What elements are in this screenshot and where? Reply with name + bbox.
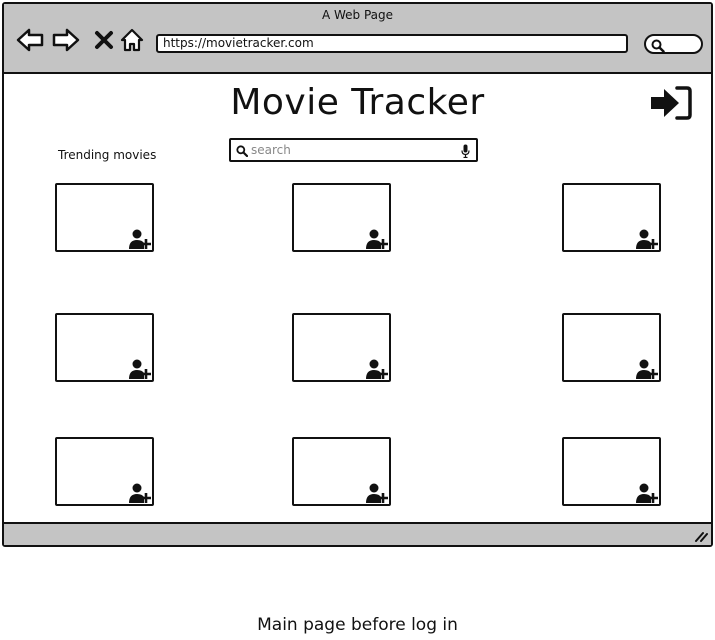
user-plus-icon[interactable] <box>365 482 389 504</box>
back-button[interactable] <box>16 26 44 54</box>
user-plus-icon[interactable] <box>635 358 659 380</box>
movie-card[interactable] <box>55 437 154 506</box>
sign-in-icon <box>651 86 692 120</box>
browser-status-bar <box>4 522 711 545</box>
user-plus-icon[interactable] <box>128 482 152 504</box>
user-plus-icon[interactable] <box>365 228 389 250</box>
window-title: A Web Page <box>321 8 394 22</box>
mockup-caption: Main page before log in <box>257 615 458 635</box>
address-bar[interactable]: https://movietracker.com <box>156 34 628 53</box>
search-input[interactable] <box>251 142 451 158</box>
user-plus-icon[interactable] <box>635 482 659 504</box>
close-icon <box>95 31 113 49</box>
browser-search-field[interactable] <box>644 34 703 54</box>
resize-grip-icon[interactable] <box>694 530 708 542</box>
user-plus-icon[interactable] <box>128 358 152 380</box>
home-button[interactable] <box>118 26 146 54</box>
movie-card[interactable] <box>562 183 661 252</box>
movie-card[interactable] <box>562 313 661 382</box>
login-button[interactable] <box>649 84 693 122</box>
movie-card[interactable] <box>55 183 154 252</box>
forward-button[interactable] <box>52 26 80 54</box>
user-plus-icon[interactable] <box>128 228 152 250</box>
movie-card[interactable] <box>562 437 661 506</box>
movie-search-box[interactable] <box>229 138 478 162</box>
home-icon <box>120 28 144 52</box>
trending-movies-label: Trending movies <box>58 148 157 162</box>
user-plus-icon[interactable] <box>635 228 659 250</box>
stop-button[interactable] <box>90 26 118 54</box>
browser-window: A Web Page https://movietracker.com Movi… <box>2 2 713 547</box>
microphone-icon[interactable] <box>461 144 470 158</box>
movie-card[interactable] <box>292 183 391 252</box>
arrow-right-icon <box>52 28 80 52</box>
search-icon <box>236 145 248 157</box>
movie-card[interactable] <box>292 437 391 506</box>
movie-card[interactable] <box>55 313 154 382</box>
arrow-left-icon <box>16 28 44 52</box>
search-icon <box>651 39 665 53</box>
movie-card[interactable] <box>292 313 391 382</box>
user-plus-icon[interactable] <box>365 358 389 380</box>
browser-toolbar: A Web Page https://movietracker.com <box>4 4 711 74</box>
page-title: Movie Tracker <box>230 82 485 123</box>
